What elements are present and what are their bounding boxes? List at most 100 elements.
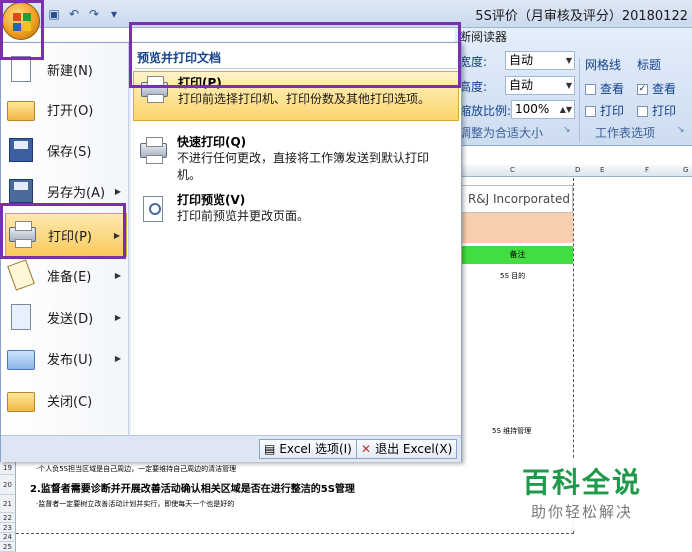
menu-item-open[interactable]: 打开(O) — [5, 89, 127, 129]
save-icon[interactable]: ▣ — [46, 6, 62, 22]
headings-print-label: 打印 — [652, 104, 677, 118]
dialog-launcher-icon[interactable]: ↘ — [563, 125, 571, 135]
height-value: 自动 — [509, 78, 534, 92]
spinner-icon[interactable]: ▲▼ — [560, 101, 572, 118]
submenu-arrow-icon: ▶ — [114, 312, 121, 322]
purpose-cell[interactable]: 5S 目的 — [500, 271, 525, 281]
menu-item-save[interactable]: 保存(S) — [5, 130, 127, 170]
row-header[interactable]: 25 — [0, 542, 16, 552]
ribbon-tab[interactable]: 断阅读器 — [459, 28, 507, 45]
send-icon — [5, 301, 37, 333]
peach-cell[interactable] — [462, 213, 573, 243]
remarks-header-cell[interactable]: 备注 — [462, 246, 573, 264]
office-menu-footer: ▤ Excel 选项(I) ✕ 退出 Excel(X) — [1, 435, 461, 462]
print-command-highlight — [129, 22, 461, 88]
column-header-e[interactable]: E — [600, 166, 604, 174]
checkmark-icon: ✓ — [637, 84, 648, 95]
submenu-item-title: 打印预览(V) — [177, 193, 246, 207]
submenu-arrow-icon: ▶ — [114, 186, 121, 196]
menu-item-send[interactable]: 发送(D) ▶ — [5, 297, 127, 337]
submenu-arrow-icon: ▶ — [114, 270, 121, 280]
menu-item-label: 准备(E) — [47, 269, 92, 285]
page-break-horizontal — [16, 533, 574, 534]
watermark-title: 百科全说 — [521, 466, 642, 499]
customize-qat-icon[interactable]: ▾ — [106, 6, 122, 22]
gridlines-print-label: 打印 — [600, 104, 625, 118]
submenu-item-print-preview[interactable]: 打印预览(V) 打印前预览并更改页面。 — [133, 191, 459, 233]
row-header[interactable]: 20 — [0, 475, 16, 495]
sheet-options-group-label: 工作表选项 — [595, 126, 656, 140]
checkbox-icon — [637, 106, 648, 117]
gridlines-print-checkbox[interactable]: 打印 — [585, 102, 624, 119]
menu-item-label: 发送(D) — [47, 311, 94, 327]
column-header-g[interactable]: G — [683, 166, 688, 174]
open-folder-icon — [5, 93, 37, 125]
exit-excel-label: 退出 Excel(X) — [375, 442, 453, 456]
row-header[interactable]: 21 — [0, 495, 16, 513]
height-select[interactable]: 自动 ▼ — [505, 76, 575, 95]
checkbox-icon — [585, 106, 596, 117]
row19-cell[interactable]: ·个人负5S担当区域是自己周边，一定要维持自己周边的清洁管理 — [36, 464, 236, 474]
window-title: 5S评价（月审核及评分）20180122 — [475, 9, 688, 24]
company-cell[interactable]: R&J Incorporated — [462, 185, 573, 213]
quick-access-toolbar: ▣ ↶ ↷ ▾ — [46, 6, 122, 22]
gridlines-view-label: 查看 — [600, 82, 625, 96]
print-submenu: 预览并打印文档 打印(P) 打印前选择打印机、打印份数及其他打印选项。 快速打印… — [131, 43, 461, 435]
submenu-arrow-icon: ▶ — [114, 353, 121, 363]
menu-item-close[interactable]: 关闭(C) — [5, 380, 127, 420]
row20-cell[interactable]: 2.监督者需要诊断并开展改善活动确认相关区域是否在进行整洁的5S管理 — [30, 480, 355, 495]
width-label: 宽度: — [459, 55, 488, 69]
submenu-item-desc: 打印前选择打印机、打印份数及其他打印选项。 — [178, 92, 431, 106]
scale-value: 100% — [515, 102, 550, 116]
prepare-icon — [5, 259, 37, 291]
menu-item-label: 保存(S) — [47, 144, 92, 160]
excel-options-button[interactable]: ▤ Excel 选项(I) — [259, 439, 357, 459]
gridlines-label: 网格线 — [585, 58, 622, 72]
scale-spinner[interactable]: 100% ▲▼ — [511, 100, 575, 119]
chevron-down-icon: ▼ — [565, 56, 572, 65]
submenu-item-desc: 打印前预览并更改页面。 — [177, 209, 310, 223]
column-header-d[interactable]: D — [575, 166, 580, 174]
checkbox-icon — [585, 84, 596, 95]
quick-print-icon — [137, 135, 171, 169]
column-header-c[interactable]: C — [510, 166, 515, 174]
headings-view-checkbox[interactable]: ✓ 查看 — [637, 80, 676, 97]
menu-item-label: 另存为(A) — [47, 185, 106, 201]
menu-item-label: 关闭(C) — [47, 394, 93, 410]
watermark: 百科全说 助你轻松解决 — [494, 459, 670, 531]
row21-cell[interactable]: ·监督者一定要树立改善活动计划并实行，即使每天一个也是好的 — [36, 499, 234, 509]
row-header[interactable]: 23 — [0, 523, 16, 533]
column-header-f[interactable]: F — [645, 166, 649, 174]
maintenance-cell[interactable]: 5S 维持管理 — [492, 426, 531, 436]
headings-print-checkbox[interactable]: 打印 — [637, 102, 676, 119]
options-icon: ▤ — [264, 442, 276, 456]
group-separator — [579, 58, 580, 142]
dialog-launcher-icon[interactable]: ↘ — [677, 125, 685, 135]
width-select[interactable]: 自动 ▼ — [505, 51, 575, 70]
menu-item-label: 打开(O) — [47, 103, 94, 119]
publish-icon — [5, 342, 37, 374]
ribbon: 断阅读器 宽度: 自动 ▼ 高度: 自动 ▼ 缩放比例: 100% ▲▼ 调整为合适大… — [455, 28, 692, 146]
chevron-down-icon: ▼ — [565, 81, 572, 90]
close-folder-icon — [5, 384, 37, 416]
redo-icon[interactable]: ↷ — [86, 6, 102, 22]
print-preview-icon — [137, 193, 171, 227]
menu-item-label: 发布(U) — [47, 352, 93, 368]
menu-item-publish[interactable]: 发布(U) ▶ — [5, 338, 127, 378]
watermark-subtitle: 助你轻松解决 — [530, 503, 633, 521]
row-header[interactable]: 19 — [0, 462, 16, 475]
close-icon: ✕ — [361, 442, 372, 456]
office-button-highlight — [0, 0, 44, 60]
row-header[interactable]: 22 — [0, 513, 16, 523]
column-headers: C D E F G — [455, 165, 692, 177]
undo-icon[interactable]: ↶ — [66, 6, 82, 22]
headings-label: 标题 — [637, 58, 662, 72]
menu-item-prepare[interactable]: 准备(E) ▶ — [5, 255, 127, 295]
row-header[interactable]: 24 — [0, 533, 16, 542]
exit-excel-button[interactable]: ✕ 退出 Excel(X) — [356, 439, 458, 459]
submenu-item-quick-print[interactable]: 快速打印(Q) 不进行任何更改，直接将工作簿发送到默认打印机。 — [133, 133, 459, 191]
headings-view-label: 查看 — [652, 82, 677, 96]
submenu-item-title: 快速打印(Q) — [177, 135, 247, 149]
save-icon — [5, 134, 37, 166]
gridlines-view-checkbox[interactable]: 查看 — [585, 80, 624, 97]
